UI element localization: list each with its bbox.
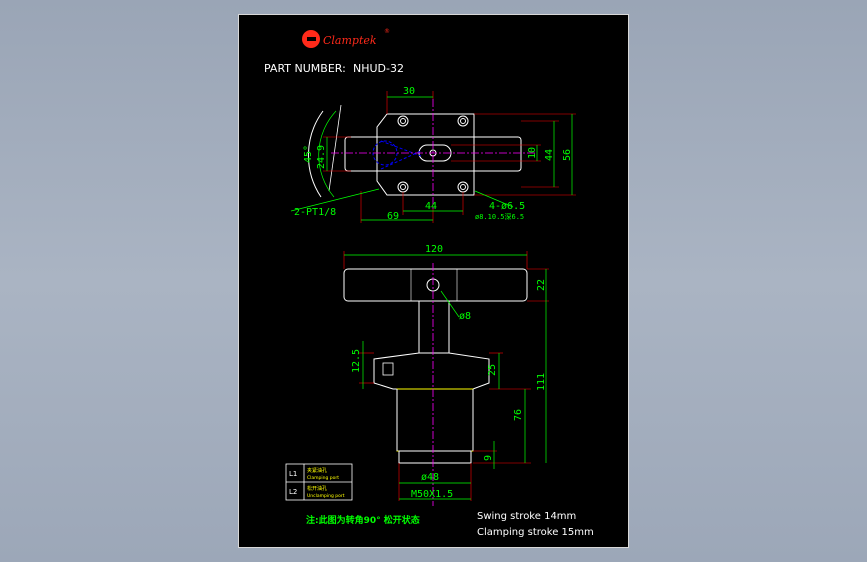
dim-25: 25	[487, 364, 498, 376]
dim-44-horizontal: 44	[425, 201, 437, 212]
dim-9: 9	[483, 455, 494, 461]
port-legend: L1 夹紧油孔 Clamping port L2 松开油孔 Unclamping…	[285, 463, 353, 501]
dim-45-deg: 45°	[303, 145, 314, 163]
legend-en-2: Unclamping port	[307, 493, 345, 499]
dim-111: 111	[536, 373, 547, 391]
dim-69: 69	[387, 211, 399, 222]
dim-body-diameter: ø48	[421, 472, 439, 483]
legend-cn-1: 夹紧油孔	[307, 467, 327, 474]
part-number: NHUD-32	[353, 62, 404, 75]
legend-cn-2: 松开油孔	[307, 485, 327, 492]
dim-22: 22	[536, 279, 547, 291]
dim-12-5: 12.5	[351, 349, 362, 373]
dim-thread: M50X1.5	[411, 489, 453, 500]
note-chinese: 注:此图为转角90° 松开状态	[306, 514, 420, 526]
dim-56: 56	[562, 149, 573, 161]
legend-id-2: L2	[289, 488, 297, 496]
spec-clamping-stroke: Clamping stroke 15mm	[477, 527, 594, 538]
dim-2-pt1-8: 2-PT1/8	[294, 207, 336, 218]
legend-en-1: Clamping port	[307, 475, 339, 481]
part-label: PART NUMBER:	[264, 62, 346, 75]
dim-counterbore: ø8.10.5深6.5	[475, 212, 524, 221]
spec-swing-stroke: Swing stroke 14mm	[477, 511, 576, 522]
dim-10: 10	[527, 147, 538, 159]
side-view: 120 22 ø8 12.5 25 111 76 9 ø48 M50X1.5	[343, 244, 549, 506]
dim-44-vertical: 44	[544, 149, 555, 161]
dim-120: 120	[425, 244, 443, 255]
dim-4-bolt-holes: 4-ø6.5	[489, 201, 525, 212]
top-view: 30 24.9 45° 10 44 56 2-PT1/8 44 69 4-ø6.…	[290, 86, 576, 223]
brand-logo: Clamptek ®	[302, 28, 390, 48]
legend-id-1: L1	[289, 470, 297, 478]
dim-76: 76	[513, 409, 524, 421]
brand-reg-mark: ®	[384, 28, 390, 35]
drawing-frame: Clamptek ® PART NUMBER: NHUD-32 30 24.9 …	[238, 14, 629, 548]
cad-drawing: Clamptek ® PART NUMBER: NHUD-32 30 24.9 …	[264, 28, 594, 538]
brand-name: Clamptek	[323, 34, 377, 47]
dim-24-9: 24.9	[316, 145, 327, 169]
dim-rod-diameter: ø8	[459, 311, 471, 322]
dim-30: 30	[403, 86, 415, 97]
